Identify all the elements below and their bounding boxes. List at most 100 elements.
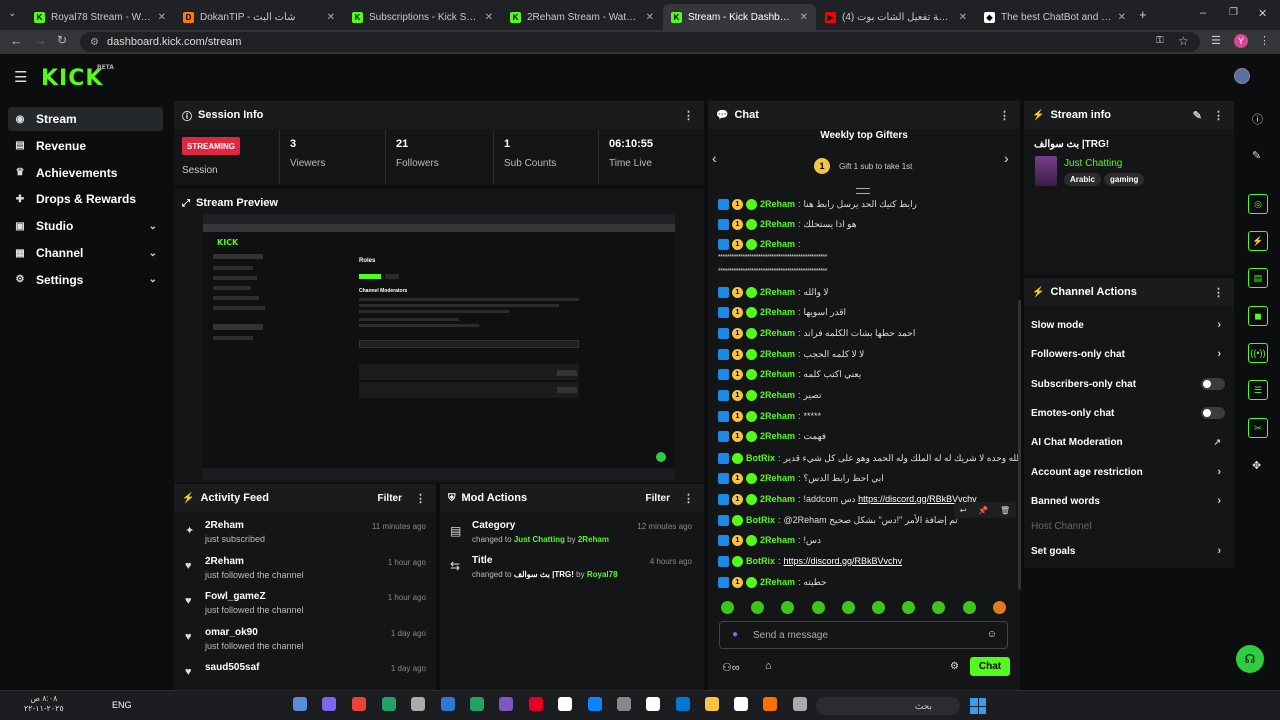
- drag-handle-icon[interactable]: ✥: [1252, 459, 1261, 472]
- tab-search-icon[interactable]: ⌄: [8, 8, 16, 19]
- mod-detail-user[interactable]: Royal78: [587, 570, 618, 579]
- sidebar-item-studio[interactable]: ▣ Studio ⌄: [8, 214, 163, 238]
- taskbar-app-icon[interactable]: [470, 697, 484, 711]
- chat-username[interactable]: 2Reham: [760, 219, 795, 229]
- taskbar-app-icon[interactable]: [499, 697, 513, 711]
- stream-tag[interactable]: gaming: [1104, 173, 1145, 186]
- sidebar-item-revenue[interactable]: ▤ Revenue: [8, 134, 163, 158]
- chat-username[interactable]: BotRix: [746, 515, 775, 525]
- user-avatar[interactable]: [1234, 68, 1250, 84]
- edit-pencil-icon[interactable]: ✎: [1193, 109, 1202, 122]
- toggle-switch[interactable]: [1201, 407, 1225, 419]
- gifters-prev-icon[interactable]: ‹: [712, 150, 717, 166]
- broadcast-icon[interactable]: ((•)): [1248, 343, 1268, 363]
- channel-action-ai-chat-moderation[interactable]: AI Chat Moderation ↗: [1031, 433, 1231, 451]
- stream-tag[interactable]: Arabic: [1064, 173, 1101, 186]
- password-key-icon[interactable]: ⚿: [1156, 35, 1164, 46]
- browser-tab[interactable]: K Stream - Kick Dashboard ✕: [663, 4, 816, 30]
- chat-username[interactable]: 2Reham: [760, 328, 795, 338]
- taskbar-app-icon[interactable]: [441, 697, 455, 711]
- close-window-icon[interactable]: ✕: [1258, 7, 1267, 20]
- channel-action-host-channel[interactable]: Host Channel: [1031, 517, 1231, 535]
- channel-action-set-goals[interactable]: Set goals ›: [1031, 542, 1231, 560]
- language-indicator[interactable]: ENG: [112, 700, 132, 710]
- tab-close-icon[interactable]: ✕: [327, 12, 335, 23]
- toggle-switch[interactable]: [1201, 378, 1225, 390]
- chat-username[interactable]: 2Reham: [760, 577, 795, 587]
- taskbar-app-icon[interactable]: [293, 697, 307, 711]
- stream-preview-video[interactable]: KICK Roles Channel Moderators: [203, 214, 675, 480]
- forward-icon[interactable]: →: [34, 33, 47, 48]
- chat-username[interactable]: 2Reham: [760, 287, 795, 297]
- taskbar-app-icon[interactable]: [734, 697, 748, 711]
- stream-category[interactable]: Just Chatting: [1064, 158, 1122, 169]
- channel-action-banned-words[interactable]: Banned words ›: [1031, 492, 1231, 510]
- tab-close-icon[interactable]: ✕: [646, 12, 654, 23]
- chat-message[interactable]: 1 2Reham: رابط كتيك الحد يرسل رابط هنا: [718, 194, 1018, 214]
- info-icon[interactable]: ⓘ: [1252, 111, 1263, 127]
- support-chat-icon[interactable]: ☊: [1236, 645, 1264, 673]
- chat-icon[interactable]: ◼: [1248, 306, 1268, 326]
- minimize-icon[interactable]: –: [1200, 7, 1206, 19]
- channel-action-account-age-restriction[interactable]: Account age restriction ›: [1031, 463, 1231, 481]
- channel-action-subscribers-only-chat[interactable]: Subscribers-only chat: [1031, 375, 1231, 393]
- taskbar-app-icon[interactable]: [676, 697, 690, 711]
- sidebar-item-achievements[interactable]: ♛ Achievements: [8, 161, 163, 185]
- chat-store-icon[interactable]: ⌂: [765, 660, 772, 672]
- emoji-icon[interactable]: ☺: [987, 629, 997, 640]
- wrench-icon[interactable]: ✂: [1248, 418, 1268, 438]
- mod-menu-icon[interactable]: ⋮: [683, 492, 694, 505]
- chat-message[interactable]: 1 2Reham: فهمت: [718, 426, 1018, 446]
- taskbar-app-icon[interactable]: [705, 697, 719, 711]
- pin-icon[interactable]: 📌: [978, 506, 988, 515]
- profile-avatar[interactable]: Y: [1234, 34, 1248, 48]
- chat-bot-icon[interactable]: ⚇∞: [722, 661, 740, 674]
- taskbar-app-icon[interactable]: [411, 697, 425, 711]
- taskbar-app-icon[interactable]: [793, 697, 807, 711]
- mod-detail-user[interactable]: 2Reham: [578, 535, 609, 544]
- reading-list-icon[interactable]: ☰: [1211, 34, 1221, 47]
- browser-menu-icon[interactable]: ⋮: [1259, 34, 1270, 47]
- taskbar-app-icon[interactable]: [382, 697, 396, 711]
- chat-username[interactable]: 2Reham: [760, 431, 795, 441]
- emote-icon[interactable]: [962, 601, 976, 614]
- taskbar-app-icon[interactable]: [617, 697, 631, 711]
- emote-icon[interactable]: [721, 601, 734, 614]
- emote-icon[interactable]: [992, 601, 1006, 614]
- browser-tab[interactable]: K Royal78 Stream - Watch Live o ✕: [26, 4, 174, 30]
- taskbar-app-icon[interactable]: [763, 697, 777, 711]
- chat-username[interactable]: BotRix: [746, 453, 775, 463]
- chat-username[interactable]: 2Reham: [760, 535, 795, 545]
- clock[interactable]: ٨:٠٨ ص ٢٠٢٥-١١-٢٢: [24, 694, 64, 714]
- activity-menu-icon[interactable]: ⋮: [415, 492, 426, 505]
- new-tab-icon[interactable]: +: [1139, 7, 1147, 22]
- reply-icon[interactable]: ↩: [960, 506, 967, 515]
- chat-message[interactable]: 1 2Reham: حطيته: [718, 572, 1018, 592]
- windows-start-icon[interactable]: [970, 698, 986, 714]
- taskbar-search[interactable]: بحث: [816, 697, 960, 715]
- browser-tab[interactable]: K Subscriptions - Kick Streaming ✕: [344, 4, 501, 30]
- channel-actions-menu-icon[interactable]: ⋮: [1213, 286, 1224, 299]
- taskbar-app-icon[interactable]: [529, 697, 543, 711]
- chat-message[interactable]: 1 2Reham: لا والله: [718, 282, 1018, 302]
- sidebar-item-stream[interactable]: ◉ Stream: [8, 107, 163, 131]
- tab-close-icon[interactable]: ✕: [959, 12, 967, 23]
- chat-username[interactable]: 2Reham: [760, 307, 795, 317]
- emote-icon[interactable]: [872, 601, 885, 614]
- channel-action-slow-mode[interactable]: Slow mode ›: [1031, 316, 1231, 334]
- chat-username[interactable]: 2Reham: [760, 369, 795, 379]
- chat-message[interactable]: 1 2Reham:: [718, 234, 1018, 254]
- tab-close-icon[interactable]: ✕: [158, 12, 166, 23]
- chat-message[interactable]: 1 2Reham: تصير: [718, 385, 1018, 405]
- chat-message[interactable]: 1 2Reham: *****: [718, 406, 1018, 426]
- chat-message[interactable]: 1 2Reham: لا لا كلمه الحجب: [718, 344, 1018, 364]
- camera-icon[interactable]: ◎: [1248, 194, 1268, 214]
- site-info-icon[interactable]: ⚙: [90, 37, 99, 48]
- activity-username[interactable]: 2Reham: [205, 520, 244, 531]
- mod-filter-button[interactable]: Filter: [646, 493, 670, 504]
- chat-menu-icon[interactable]: ⋮: [999, 109, 1010, 122]
- gifters-next-icon[interactable]: ›: [1004, 150, 1009, 166]
- chat-username[interactable]: 2Reham: [760, 411, 795, 421]
- activity-username[interactable]: Fowl_gameZ: [205, 591, 266, 602]
- maximize-icon[interactable]: ❐: [1229, 7, 1238, 18]
